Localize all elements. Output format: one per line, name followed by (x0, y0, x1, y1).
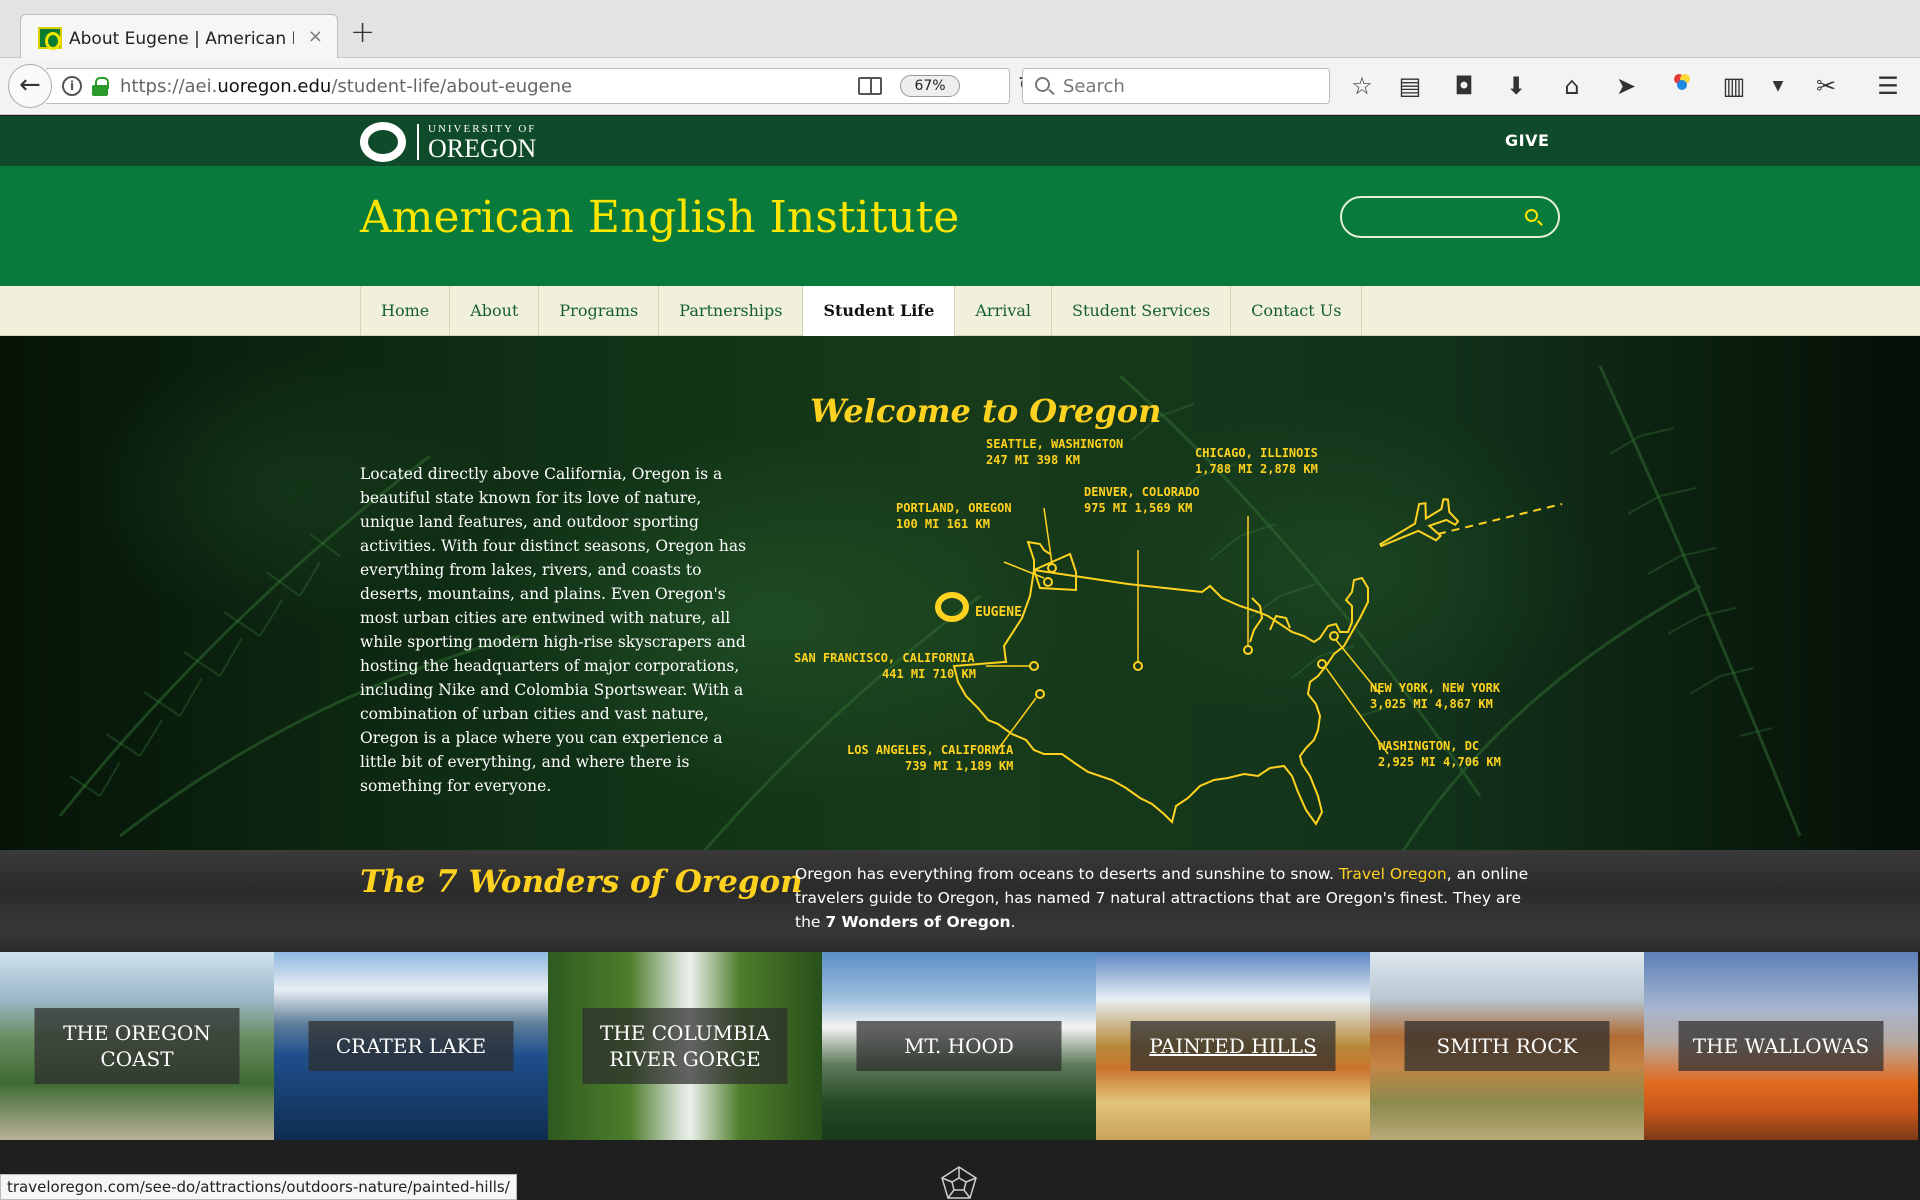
wonder-tile-painted-hills[interactable]: PAINTED HILLS (1096, 952, 1370, 1140)
tile-label: THE COLUMBIA RIVER GORGE (582, 1008, 788, 1084)
city-dist-denver: 975 MI 1,569 KM (1084, 501, 1192, 515)
send-icon[interactable]: ➤ (1610, 70, 1642, 102)
browser-status-bar: traveloregon.com/see-do/attractions/outd… (0, 1174, 517, 1200)
city-label-new-york: NEW YORK, NEW YORK (1370, 681, 1501, 695)
web-page: UNIVERSITY OF OREGON GIVE American Engli… (0, 116, 1920, 1200)
seven-wonders-section: The 7 Wonders of Oregon Oregon has every… (0, 850, 1920, 952)
travel-oregon-link[interactable]: Travel Oregon (1339, 865, 1447, 883)
download-icon[interactable]: ⬇ (1500, 70, 1532, 102)
browser-toolbar: i https://aei.uoregon.edu/student-life/a… (0, 58, 1920, 115)
city-label-los-angeles: LOS ANGELES, CALIFORNIA (847, 743, 1014, 757)
hamburger-menu-icon[interactable]: ☰ (1872, 70, 1904, 102)
tile-label: CRATER LAKE (308, 1021, 514, 1071)
screenshot-tool-icon[interactable]: ✂ (1810, 70, 1842, 102)
city-label-seattle: SEATTLE, WASHINGTON (986, 437, 1123, 451)
overflow-dropdown-icon[interactable]: ▼ (1762, 70, 1794, 102)
home-icon[interactable]: ⌂ (1556, 70, 1588, 102)
nav-item-arrival[interactable]: Arrival (954, 286, 1051, 336)
nav-item-programs[interactable]: Programs (538, 286, 658, 336)
reader-view-icon[interactable] (858, 77, 882, 95)
logo-big-text: OREGON (428, 134, 537, 163)
nav-item-home[interactable]: Home (360, 286, 449, 336)
city-dist-new-york: 3,025 MI 4,867 KM (1370, 697, 1493, 711)
wonder-tile-wallowas[interactable]: THE WALLOWAS (1644, 952, 1918, 1140)
url-text[interactable]: https://aei.uoregon.edu/student-life/abo… (120, 76, 572, 97)
nav-item-contact-us[interactable]: Contact Us (1230, 286, 1363, 336)
uo-o-logo-icon (360, 122, 406, 162)
city-label-san-francisco: SAN FRANCISCO, CALIFORNIA (794, 651, 975, 665)
nav-item-about[interactable]: About (449, 286, 538, 336)
wonder-tile-crater-lake[interactable]: CRATER LAKE (274, 952, 548, 1140)
wonder-tile-smith-rock[interactable]: SMITH ROCK (1370, 952, 1644, 1140)
clipboard-icon[interactable]: ▥ (1718, 70, 1750, 102)
back-arrow-icon: ← (19, 70, 41, 100)
info-icon[interactable]: i (62, 76, 82, 96)
city-dist-chicago: 1,788 MI 2,878 KM (1195, 462, 1318, 476)
bookmarks-list-icon[interactable]: ▤ (1394, 70, 1426, 102)
uo-favicon-icon (38, 27, 62, 50)
tab-title: About Eugene | American Eng (69, 29, 294, 49)
city-label-portland: PORTLAND, OREGON (896, 501, 1012, 515)
tile-label: SMITH ROCK (1404, 1021, 1610, 1071)
browser-tab-bar: About Eugene | American Eng × + (0, 0, 1920, 58)
tile-label: MT. HOOD (856, 1021, 1062, 1071)
city-dist-washington-dc: 2,925 MI 4,706 KM (1378, 755, 1501, 769)
tile-label: THE OREGON COAST (34, 1008, 240, 1084)
city-label-chicago: CHICAGO, ILLINOIS (1195, 446, 1318, 460)
lock-icon[interactable] (92, 77, 109, 96)
url-bar[interactable]: i https://aei.uoregon.edu/student-life/a… (46, 68, 1036, 104)
close-tab-icon[interactable]: × (308, 26, 323, 47)
city-label-denver: DENVER, COLORADO (1084, 485, 1200, 499)
city-label-washington-dc: WASHINGTON, DC (1378, 739, 1479, 753)
tile-label: THE WALLOWAS (1678, 1021, 1884, 1071)
main-nav: Home About Programs Partnerships Student… (360, 286, 1363, 336)
university-bar: UNIVERSITY OF OREGON GIVE (0, 116, 1920, 166)
wonder-tile-columbia-river-gorge[interactable]: THE COLUMBIA RIVER GORGE (548, 952, 822, 1140)
city-dist-seattle: 247 MI 398 KM (986, 453, 1080, 467)
site-search-input[interactable] (1340, 196, 1560, 238)
search-icon (1035, 77, 1050, 92)
site-header: American English Institute (0, 166, 1920, 286)
color-picker-extension-icon[interactable] (1666, 70, 1698, 102)
wonder-tile-oregon-coast[interactable]: THE OREGON COAST (0, 952, 274, 1140)
nav-item-student-life[interactable]: Student Life (802, 286, 955, 336)
wonder-tile-mt-hood[interactable]: MT. HOOD (822, 952, 1096, 1140)
pocket-icon[interactable]: ◘ (1448, 70, 1480, 102)
new-tab-button[interactable]: + (350, 18, 375, 48)
nav-item-student-services[interactable]: Student Services (1051, 286, 1230, 336)
nav-item-partnerships[interactable]: Partnerships (658, 286, 802, 336)
footer-polygon-logo-icon (941, 1166, 977, 1199)
browser-tab[interactable]: About Eugene | American Eng × (20, 14, 338, 58)
bookmark-star-icon[interactable]: ☆ (1346, 70, 1378, 102)
wonder-tiles: THE OREGON COAST CRATER LAKE THE COLUMBI… (0, 952, 1920, 1140)
city-dist-los-angeles: 739 MI 1,189 KM (905, 759, 1013, 773)
site-title[interactable]: American English Institute (360, 192, 959, 243)
map-labels: EUGENE SEATTLE, WASHINGTON 247 MI 398 KM… (794, 437, 1501, 773)
eugene-label: EUGENE (975, 605, 1022, 620)
wonders-title: The 7 Wonders of Oregon (360, 864, 803, 900)
give-link[interactable]: GIVE (1505, 131, 1549, 150)
wonders-description: Oregon has everything from oceans to des… (795, 865, 1529, 931)
tile-label: PAINTED HILLS (1130, 1021, 1336, 1071)
search-placeholder: Search (1063, 76, 1125, 97)
search-icon[interactable] (1525, 209, 1538, 222)
zoom-level-badge[interactable]: 67% (900, 75, 960, 97)
welcome-hero: Welcome to Oregon Located directly above… (0, 336, 1920, 850)
browser-search-input[interactable]: Search (1022, 68, 1330, 104)
city-dist-portland: 100 MI 161 KM (896, 517, 990, 531)
back-button[interactable]: ← (8, 64, 52, 108)
city-dist-san-francisco: 441 MI 710 KM (882, 667, 976, 681)
